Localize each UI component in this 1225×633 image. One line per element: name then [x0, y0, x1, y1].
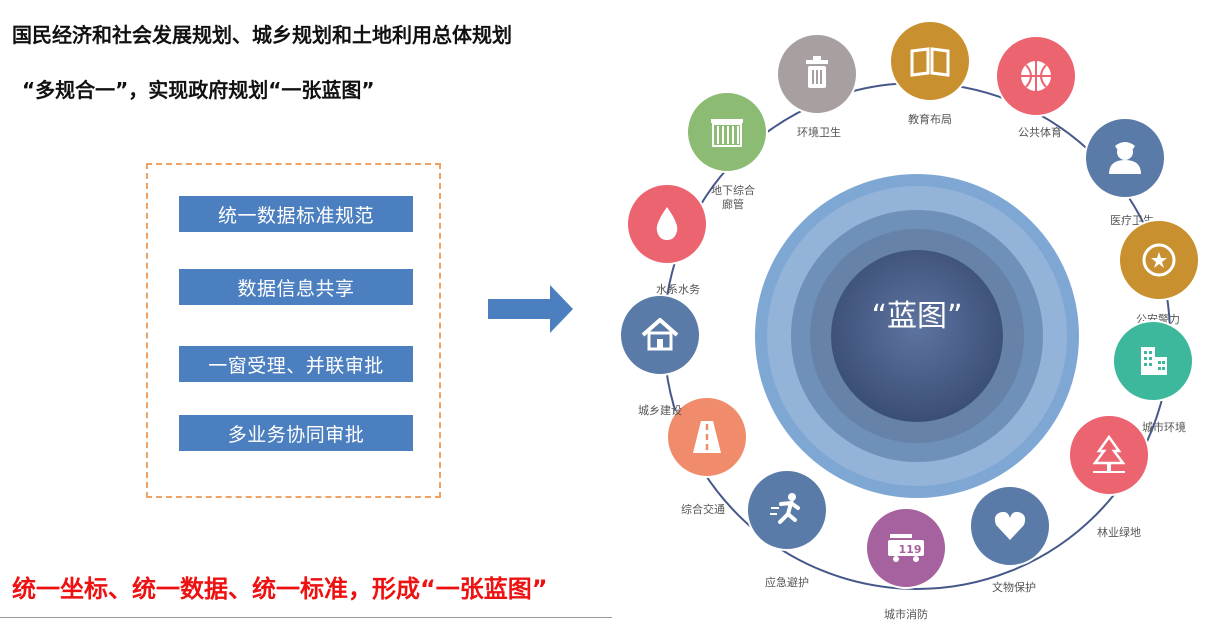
- wheel-item-label: 公共体育: [1018, 125, 1062, 139]
- blueprint-wheel-diagram: “蓝图” 环境卫生教育布局公共体育医疗卫生公安警力城市环境林业绿地文物保护119…: [619, 20, 1200, 621]
- wheel-item-circle: [1068, 414, 1150, 496]
- wheel-item-label: 环境卫生: [797, 125, 841, 139]
- wheel-item-label: 城市环境: [1142, 420, 1186, 434]
- wheel-item-label: 教育布局: [908, 112, 952, 126]
- wheel-item-label: 林业绿地: [1097, 525, 1141, 539]
- measure-box-collaborative-approval: 多业务协同审批: [179, 415, 413, 451]
- right-arrow-icon: [488, 285, 573, 333]
- svg-text:119: 119: [899, 543, 922, 556]
- wheel-item-label: 文物保护: [992, 580, 1036, 594]
- trash-can-icon: [806, 56, 828, 88]
- measure-box-data-sharing: 数据信息共享: [179, 269, 413, 305]
- wheel-item-label: 综合交通: [681, 502, 725, 516]
- measures-panel: 统一数据标准规范 数据信息共享 一窗受理、并联审批 多业务协同审批: [146, 163, 441, 498]
- title-line-2: “多规合一”，实现政府规划“一张蓝图”: [22, 78, 375, 102]
- wheel-item-circle: [619, 294, 701, 376]
- measure-box-parallel-approval: 一窗受理、并联审批: [179, 346, 413, 382]
- wheel-item-label: 应急避护: [765, 575, 809, 589]
- divider: [0, 617, 612, 618]
- measure-box-data-standards: 统一数据标准规范: [179, 196, 413, 232]
- core-circle: [831, 250, 1003, 422]
- title-line-1: 国民经济和社会发展规划、城乡规划和土地利用总体规划: [12, 23, 512, 47]
- wheel-item-label-line2: 廊管: [722, 197, 744, 211]
- wheel-item-label: 城市消防: [884, 607, 928, 621]
- basketball-icon: [1021, 61, 1051, 91]
- wheel-item-circle: [889, 20, 971, 102]
- wheel-item-circle: [746, 469, 828, 551]
- center-label: “蓝图”: [871, 299, 962, 334]
- wheel-item-label: 城乡建设: [638, 403, 682, 417]
- slogan: 统一坐标、统一数据、统一标准，形成“一张蓝图”: [12, 575, 548, 603]
- wheel-item-label: 水系水务: [656, 283, 700, 296]
- wheel-item-label: 地下综合: [711, 183, 755, 197]
